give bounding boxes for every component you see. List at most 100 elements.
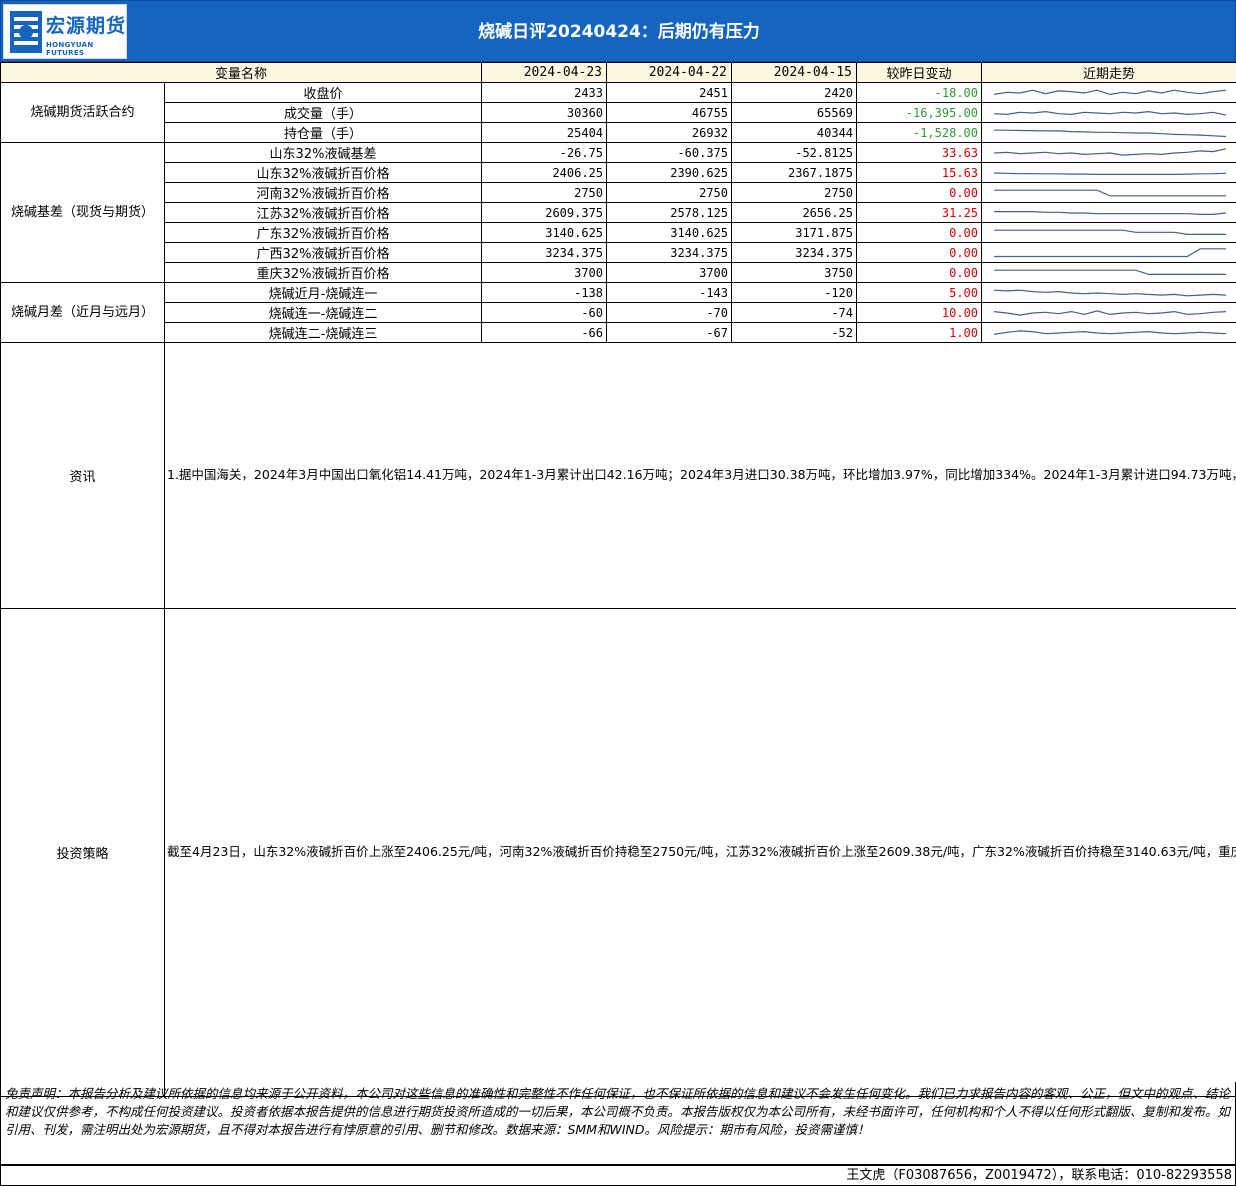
trend-sparkline-cell bbox=[981, 102, 1236, 123]
sparkline-series bbox=[993, 289, 1227, 296]
value-cell-date-1: 2750 bbox=[481, 182, 608, 203]
news-text: 1.据中国海关，2024年3月中国出口氧化铝14.41万吨，2024年1-3月累… bbox=[163, 342, 1236, 609]
table-row: 广东32%液碱折百价格 3140.625 3140.625 3171.875 0.00 bbox=[1, 222, 1236, 243]
table-row: 烧碱期货活跃合约 收盘价 2433 2451 2420 -18.00 bbox=[0, 82, 1236, 143]
sparkline-series bbox=[994, 129, 1227, 137]
trend-sparkline bbox=[994, 189, 1227, 196]
table-row: 成交量（手） 30360 46755 65569 -16,395.00 bbox=[1, 102, 1236, 123]
value-cell-date-3: 2420 bbox=[731, 82, 858, 103]
value-cell-date-2: -143 bbox=[606, 282, 733, 303]
value-cell-date-2: 46755 bbox=[606, 102, 733, 123]
sparkline-series bbox=[993, 309, 1227, 316]
sparkline-series bbox=[993, 147, 1227, 156]
table-row: 江苏32%液碱折百价格 2609.375 2578.125 2656.25 31.25 bbox=[1, 202, 1236, 223]
value-cell-date-1: 2433 bbox=[481, 82, 608, 103]
value-cell-date-1: -60 bbox=[481, 302, 608, 323]
value-cell-date-1: 3234.375 bbox=[481, 242, 608, 263]
change-cell: -16,395.00 bbox=[856, 102, 983, 123]
value-cell-date-1: 3140.625 bbox=[481, 222, 608, 243]
value-cell-date-3: -52 bbox=[731, 322, 858, 343]
value-cell-date-1: -66 bbox=[481, 322, 608, 343]
sparkline-series bbox=[994, 247, 1227, 257]
trend-sparkline bbox=[994, 171, 1227, 175]
value-cell-date-3: 3234.375 bbox=[731, 242, 858, 263]
value-cell-date-3: -52.8125 bbox=[731, 142, 858, 163]
trend-sparkline-cell bbox=[981, 242, 1236, 263]
variable-name-cell: 烧碱连一-烧碱连二 bbox=[163, 302, 483, 323]
value-cell-date-2: -60.375 bbox=[606, 142, 733, 163]
column-header-change: 较昨日变动 bbox=[856, 62, 983, 83]
change-cell: -18.00 bbox=[856, 82, 983, 103]
value-cell-date-2: 3140.625 bbox=[606, 222, 733, 243]
trend-sparkline-cell bbox=[981, 222, 1236, 243]
change-cell: 0.00 bbox=[856, 222, 983, 243]
value-cell-date-1: 2406.25 bbox=[481, 162, 608, 183]
trend-sparkline bbox=[994, 129, 1227, 137]
sparkline-series bbox=[994, 229, 1227, 235]
trend-sparkline bbox=[993, 329, 1227, 335]
strategy-label: 投资策略 bbox=[0, 608, 165, 1097]
trend-sparkline-cell bbox=[981, 122, 1236, 143]
change-cell: 0.00 bbox=[856, 182, 983, 203]
trend-sparkline-cell bbox=[981, 202, 1236, 223]
value-cell-date-3: -120 bbox=[731, 282, 858, 303]
variable-name-cell: 山东32%液碱基差 bbox=[163, 142, 483, 163]
trend-sparkline bbox=[993, 147, 1227, 156]
trend-sparkline bbox=[994, 269, 1227, 275]
table-row: 重庆32%液碱折百价格 3700 3700 3750 0.00 bbox=[1, 262, 1236, 283]
table-row: 烧碱连二-烧碱连三 -66 -67 -52 1.00 bbox=[1, 322, 1236, 343]
value-cell-date-2: 2750 bbox=[606, 182, 733, 203]
value-cell-date-3: 2656.25 bbox=[731, 202, 858, 223]
value-cell-date-3: 2750 bbox=[731, 182, 858, 203]
contact-info: 王文虎（F03087656，Z0019472），联系电话：010-8229355… bbox=[0, 1165, 1236, 1186]
value-cell-date-2: 3234.375 bbox=[606, 242, 733, 263]
value-cell-date-2: -70 bbox=[606, 302, 733, 323]
column-header-trend: 近期走势 bbox=[981, 62, 1236, 83]
change-cell: 5.00 bbox=[856, 282, 983, 303]
variable-name-cell: 成交量（手） bbox=[163, 102, 483, 123]
row-group-label: 烧碱月差（近月与远月） bbox=[0, 282, 165, 343]
value-cell-date-3: 65569 bbox=[731, 102, 858, 123]
value-cell-date-2: -67 bbox=[606, 322, 733, 343]
variable-name-cell: 广西32%液碱折百价格 bbox=[163, 242, 483, 263]
value-cell-date-1: 3700 bbox=[481, 262, 608, 283]
change-cell: 10.00 bbox=[856, 302, 983, 323]
change-cell: 0.00 bbox=[856, 242, 983, 263]
trend-sparkline bbox=[993, 289, 1227, 296]
trend-sparkline bbox=[994, 210, 1227, 215]
value-cell-date-2: 2451 bbox=[606, 82, 733, 103]
trend-sparkline bbox=[993, 110, 1227, 116]
variable-name-cell: 河南32%液碱折百价格 bbox=[163, 182, 483, 203]
variable-name-cell: 重庆32%液碱折百价格 bbox=[163, 262, 483, 283]
value-cell-date-2: 2390.625 bbox=[606, 162, 733, 183]
trend-sparkline bbox=[993, 309, 1227, 316]
sparkline-series bbox=[993, 110, 1227, 116]
trend-sparkline bbox=[994, 229, 1227, 235]
news-label: 资讯 bbox=[0, 342, 165, 609]
table-row: 河南32%液碱折百价格 2750 2750 2750 0.00 bbox=[1, 182, 1236, 203]
variable-name-cell: 收盘价 bbox=[163, 82, 483, 103]
sparkline-series bbox=[993, 89, 1227, 95]
value-cell-date-1: 25404 bbox=[481, 122, 608, 143]
column-header-date-1: 2024-04-23 bbox=[481, 62, 608, 83]
value-cell-date-2: 3700 bbox=[606, 262, 733, 283]
trend-sparkline bbox=[993, 89, 1227, 95]
table-row: 广西32%液碱折百价格 3234.375 3234.375 3234.375 0.00 bbox=[1, 242, 1236, 263]
strategy-text: 截至4月23日，山东32%液碱折百价上涨至2406.25元/吨，河南32%液碱折… bbox=[163, 608, 1236, 1097]
trend-sparkline-cell bbox=[981, 302, 1236, 323]
value-cell-date-1: -138 bbox=[481, 282, 608, 303]
trend-sparkline-cell bbox=[981, 322, 1236, 343]
value-cell-date-3: -74 bbox=[731, 302, 858, 323]
trend-sparkline-cell bbox=[981, 82, 1236, 103]
value-cell-date-1: -26.75 bbox=[481, 142, 608, 163]
variable-name-cell: 持仓量（手） bbox=[163, 122, 483, 143]
variable-name-cell: 烧碱近月-烧碱连一 bbox=[163, 282, 483, 303]
trend-sparkline-cell bbox=[981, 182, 1236, 203]
table-row: 烧碱连一-烧碱连二 -60 -70 -74 10.00 bbox=[1, 302, 1236, 323]
table-header-row: 变量名称 2024-04-23 2024-04-22 2024-04-15 较昨… bbox=[0, 62, 1236, 83]
column-header-date-2: 2024-04-22 bbox=[606, 62, 733, 83]
sparkline-series bbox=[994, 189, 1227, 196]
sparkline-series bbox=[994, 269, 1227, 275]
change-cell: 31.25 bbox=[856, 202, 983, 223]
change-cell: 33.63 bbox=[856, 142, 983, 163]
